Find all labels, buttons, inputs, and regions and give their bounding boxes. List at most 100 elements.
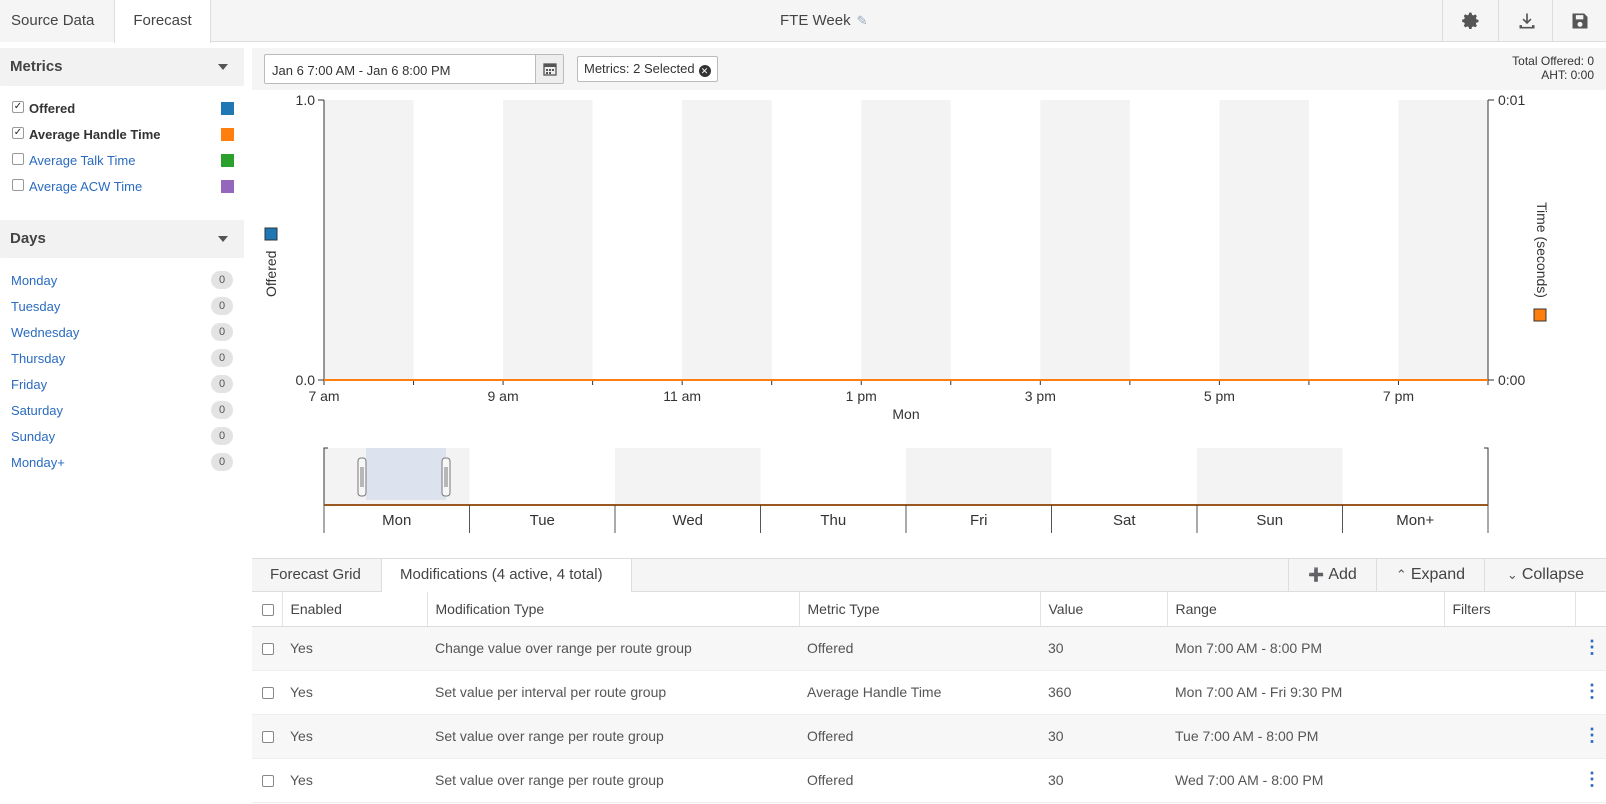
modification-type-link[interactable]: Set value over range per route group	[427, 714, 799, 759]
day-label: Saturday	[11, 403, 64, 418]
hour-band	[861, 100, 951, 380]
modification-type-link[interactable]: Change value over range per route group	[427, 626, 799, 671]
day-monday[interactable]: Monday 0	[11, 271, 233, 291]
y2-tick-label: 0:01	[1498, 92, 1525, 108]
actions-header	[1575, 592, 1606, 627]
metric-label: Average Talk Time	[29, 153, 136, 168]
day-tuesday[interactable]: Tuesday 0	[11, 297, 233, 317]
row-checkbox[interactable]	[262, 687, 274, 700]
aht-legend-swatch	[1533, 308, 1547, 322]
day-label: Wed	[672, 512, 703, 529]
remove-icon[interactable]: ✕	[698, 65, 711, 77]
day-monday-plus[interactable]: Monday+ 0	[11, 453, 233, 473]
save-button[interactable]	[1552, 0, 1606, 42]
y-tick-label: 0.0	[296, 372, 316, 388]
table-row[interactable]: Yes Change value over range per route gr…	[252, 626, 1606, 671]
x-tick-label: 11 am	[663, 388, 701, 404]
x-tick-label: 5 pm	[1204, 388, 1235, 404]
column-header-enabled[interactable]: Enabled	[282, 592, 428, 627]
metric-average-handle-time[interactable]: ✓ Average Handle Time	[12, 126, 234, 146]
row-checkbox[interactable]	[262, 643, 274, 656]
column-header-modification-type[interactable]: Modification Type	[427, 592, 800, 627]
top-bar: Source Data Forecast FTE Week ✎	[0, 0, 1606, 43]
day-band	[615, 448, 761, 505]
day-label: Tuesday	[11, 299, 61, 314]
day-wednesday[interactable]: Wednesday 0	[11, 323, 233, 343]
metric-average-talk-time[interactable]: Average Talk Time	[12, 152, 234, 172]
expand-button[interactable]: ⌃ Expand	[1376, 559, 1484, 592]
day-label: Monday+	[11, 455, 65, 470]
day-label: Sun	[1256, 512, 1283, 529]
add-button[interactable]: ➕ Add	[1288, 559, 1376, 592]
calendar-icon	[542, 63, 557, 76]
metric-type-cell: Average Handle Time	[799, 670, 1040, 715]
double-chevron-down-icon: ⌄	[1506, 567, 1518, 582]
column-header-filters[interactable]: Filters	[1444, 592, 1576, 627]
modification-type-link[interactable]: Set value per interval per route group	[427, 670, 799, 715]
range-cell: Wed 7:00 AM - 8:00 PM	[1167, 758, 1444, 803]
calendar-button[interactable]	[535, 55, 563, 83]
edit-icon[interactable]: ✎	[857, 13, 868, 28]
kebab-menu-icon[interactable]: ⋮	[1583, 637, 1601, 657]
kebab-menu-icon[interactable]: ⋮	[1583, 725, 1601, 745]
metric-average-acw-time[interactable]: Average ACW Time	[12, 178, 234, 198]
date-range-picker[interactable]: Jan 6 7:00 AM - Jan 6 8:00 PM	[264, 54, 564, 84]
chart-toolbar: Jan 6 7:00 AM - Jan 6 8:00 PM Metrics: 2…	[252, 48, 1606, 90]
modification-type-link[interactable]: Set value over range per route group	[427, 758, 799, 803]
column-header-metric-type[interactable]: Metric Type	[799, 592, 1041, 627]
row-select-cell	[252, 714, 282, 759]
page-title-text: FTE Week	[780, 12, 851, 29]
download-button[interactable]	[1498, 0, 1554, 42]
metrics-panel-header[interactable]: Metrics	[0, 48, 244, 86]
y2-tick-label: 0:00	[1498, 372, 1525, 388]
day-navigator[interactable]: Mon Tue Wed Thu Fri Sat Sun Mon+	[252, 440, 1606, 548]
tab-modifications[interactable]: Modifications (4 active, 4 total)	[382, 559, 632, 593]
color-swatch	[221, 154, 234, 167]
metric-type-cell: Offered	[799, 714, 1040, 759]
metric-label: Average ACW Time	[29, 179, 143, 194]
row-select-cell	[252, 670, 282, 715]
day-label: Mon	[382, 512, 411, 529]
forecast-chart[interactable]: 1.0 0.0 0:01 0:00 7 am 9 am 11 am 1 pm 3 pm 5 pm 7…	[252, 92, 1606, 432]
kebab-menu-icon[interactable]: ⋮	[1583, 769, 1601, 789]
value-cell: 30	[1040, 758, 1167, 803]
days-panel-header[interactable]: Days	[0, 220, 244, 258]
day-label: Sunday	[11, 429, 56, 444]
tab-forecast-grid[interactable]: Forecast Grid	[252, 559, 382, 592]
day-friday[interactable]: Friday 0	[11, 375, 233, 395]
checkbox[interactable]	[12, 179, 24, 191]
metric-offered[interactable]: ✓ Offered	[12, 100, 234, 120]
day-label: Monday	[11, 273, 58, 288]
table-row[interactable]: Yes Set value per interval per route gro…	[252, 670, 1606, 715]
count-badge: 0	[211, 453, 233, 471]
tab-forecast[interactable]: Forecast	[114, 0, 211, 43]
column-header-range[interactable]: Range	[1167, 592, 1445, 627]
day-saturday[interactable]: Saturday 0	[11, 401, 233, 421]
checkbox[interactable]: ✓	[12, 127, 24, 139]
select-all-checkbox[interactable]	[262, 604, 274, 617]
row-checkbox[interactable]	[262, 731, 274, 744]
aht-total: AHT: 0:00	[1541, 68, 1594, 82]
table-row[interactable]: Yes Set value over range per route group…	[252, 714, 1606, 759]
collapse-button[interactable]: ⌄ Collapse	[1484, 559, 1606, 592]
day-thursday[interactable]: Thursday 0	[11, 349, 233, 369]
settings-button[interactable]	[1442, 0, 1498, 42]
y-axis-label: Offered	[263, 251, 279, 297]
tab-source-data[interactable]: Source Data	[0, 0, 114, 42]
value-cell: 30	[1040, 714, 1167, 759]
row-actions-cell: ⋮	[1575, 714, 1606, 759]
y2-axis-label: Time (seconds)	[1534, 202, 1550, 298]
checkbox[interactable]: ✓	[12, 101, 24, 113]
kebab-menu-icon[interactable]: ⋮	[1583, 681, 1601, 701]
checkbox[interactable]	[12, 153, 24, 165]
metrics-filter-chip[interactable]: Metrics: 2 Selected ✕	[577, 56, 718, 82]
column-header-value[interactable]: Value	[1040, 592, 1168, 627]
hour-band	[1040, 100, 1130, 380]
color-swatch	[221, 180, 234, 193]
day-sunday[interactable]: Sunday 0	[11, 427, 233, 447]
row-checkbox[interactable]	[262, 775, 274, 788]
table-row[interactable]: Yes Set value over range per route group…	[252, 758, 1606, 803]
expand-button-label: Expand	[1410, 566, 1466, 583]
count-badge: 0	[211, 401, 233, 419]
double-chevron-up-icon: ⌃	[1395, 567, 1407, 582]
